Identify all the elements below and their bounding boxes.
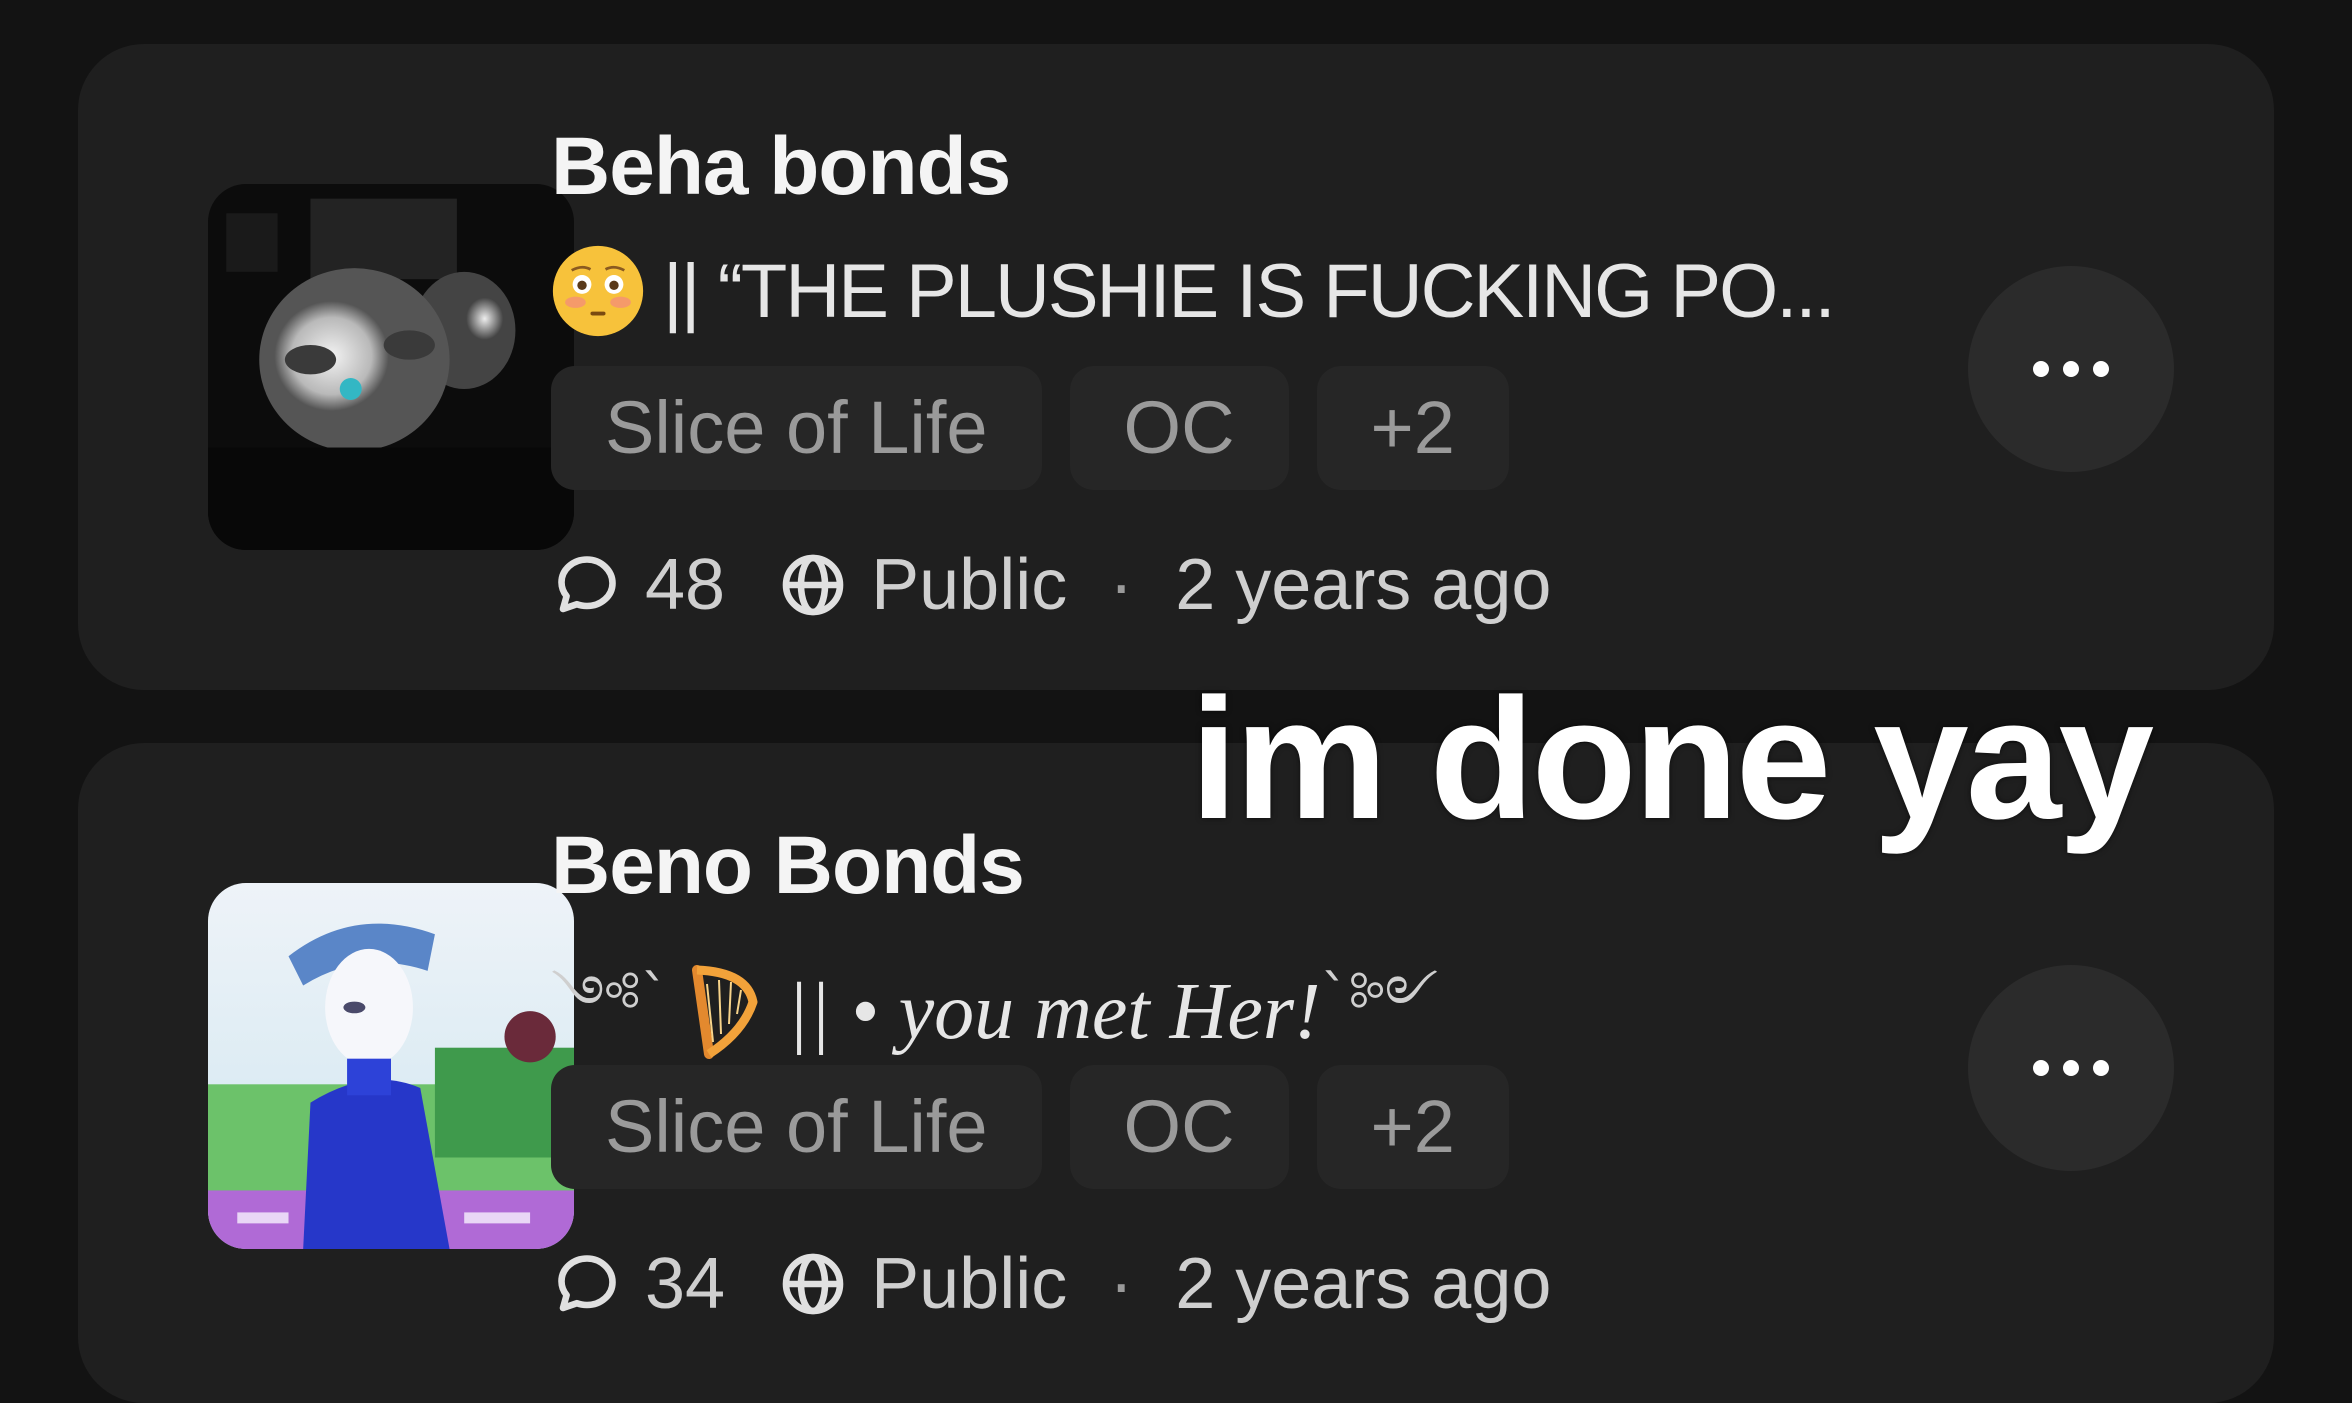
more-options-button[interactable] xyxy=(1968,266,2174,472)
overlay-caption: im done yay xyxy=(1190,663,2154,855)
tag-chip[interactable]: OC xyxy=(1069,366,1289,490)
globe-icon xyxy=(782,1253,844,1315)
chat-description: || “THE PLUSHIE IS FUCKING PO... xyxy=(551,244,1836,338)
character-avatar-image xyxy=(208,184,574,550)
tag-chip[interactable]: Slice of Life xyxy=(551,1065,1042,1189)
time-ago: 2 years ago xyxy=(1175,1244,1552,1324)
chat-title: Beha bonds xyxy=(551,121,1011,212)
chat-description-text: || • you met Her! xyxy=(786,967,1321,1056)
chat-title: Beno Bonds xyxy=(551,820,1025,911)
time-ago: 2 years ago xyxy=(1175,545,1552,625)
tag-list: Slice of Life OC +2 xyxy=(551,366,1509,490)
meta-separator: · xyxy=(1109,545,1134,625)
flushed-face-icon xyxy=(552,245,644,337)
ellipsis-dot xyxy=(2033,1060,2049,1076)
meta-separator: · xyxy=(1109,1244,1134,1324)
tag-list: Slice of Life OC +2 xyxy=(551,1065,1509,1189)
chat-thumbnail xyxy=(208,883,574,1249)
comment-icon xyxy=(558,1255,616,1312)
chat-card[interactable]: Beha bonds || “THE PLUSHIE IS FUCKING PO… xyxy=(78,44,2274,690)
chat-thumbnail xyxy=(208,184,574,550)
visibility-label: Public xyxy=(871,1244,1068,1324)
tag-chip[interactable]: OC xyxy=(1069,1065,1289,1189)
tag-chip[interactable]: Slice of Life xyxy=(551,366,1042,490)
comment-icon xyxy=(558,556,616,613)
chat-description-text: || “THE PLUSHIE IS FUCKING PO... xyxy=(663,248,1836,334)
visibility-label: Public xyxy=(871,545,1068,625)
ellipsis-dot xyxy=(2093,361,2109,377)
more-tags-chip[interactable]: +2 xyxy=(1316,1065,1509,1189)
harp-icon xyxy=(691,965,758,1059)
character-avatar-image xyxy=(208,883,574,1249)
ellipsis-dot xyxy=(2063,1060,2079,1076)
globe-icon xyxy=(782,554,844,616)
comment-count: 48 xyxy=(645,545,726,625)
comment-count: 34 xyxy=(645,1244,726,1324)
ellipsis-dot xyxy=(2063,361,2079,377)
chat-meta: 34 Public · 2 years ago xyxy=(551,1243,1551,1325)
chat-meta: 48 Public · 2 years ago xyxy=(551,544,1551,626)
more-options-button[interactable] xyxy=(1968,965,2174,1171)
more-tags-chip[interactable]: +2 xyxy=(1316,366,1509,490)
ellipsis-dot xyxy=(2033,361,2049,377)
ellipsis-dot xyxy=(2093,1060,2109,1076)
